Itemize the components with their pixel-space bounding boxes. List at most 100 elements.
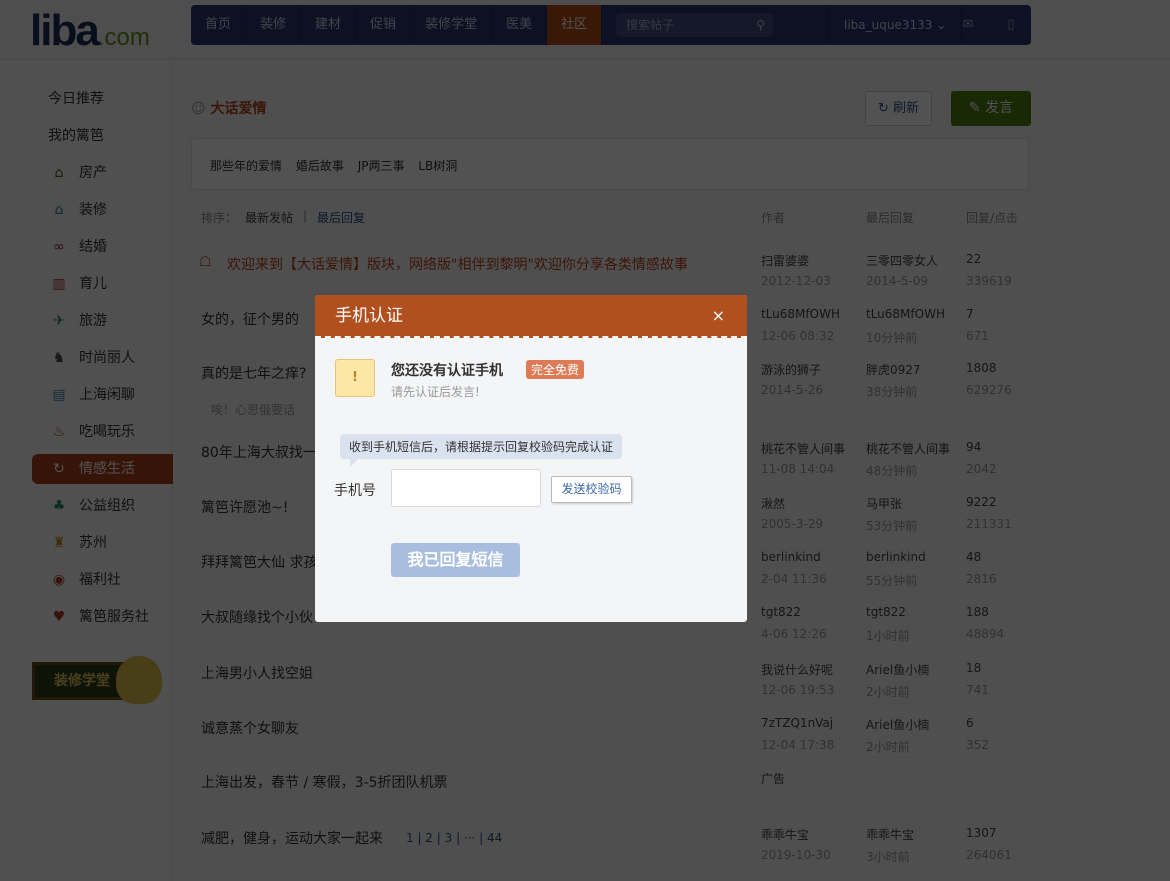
sidebar-item[interactable]: ▤ 上海闲聊: [48, 380, 158, 410]
sidebar-item[interactable]: 我的篱笆: [48, 121, 158, 151]
nav-materials[interactable]: 建材: [301, 5, 357, 45]
click-count: 671: [966, 329, 989, 343]
thread-title[interactable]: 80年上海大叔找一: [201, 442, 317, 462]
thread-title[interactable]: 上海出发，春节 / 寒假，3-5折团队机票: [201, 772, 447, 792]
thread-author[interactable]: berlinkind: [761, 550, 821, 564]
thread-author[interactable]: 广告: [761, 770, 785, 787]
category-icon: ✈: [53, 313, 65, 329]
sidebar-item[interactable]: ⌂ 房产: [48, 158, 158, 188]
thread-author[interactable]: 乖乖牛宝: [761, 826, 809, 843]
sidebar-item[interactable]: ▥ 育儿: [48, 269, 158, 299]
chevron-down-icon: ⌄: [936, 18, 947, 32]
phone-input[interactable]: [391, 469, 541, 507]
nav-promotions[interactable]: 促销: [356, 5, 412, 45]
thread-title[interactable]: 上海男小人找空姐: [201, 663, 313, 683]
thread-title[interactable]: 减肥，健身，运动大家一起来: [201, 828, 383, 848]
sidebar-item-label: 旅游: [79, 313, 107, 329]
thread-author[interactable]: 湫然: [761, 495, 785, 512]
last-replier[interactable]: Ariel鱼小楠: [866, 661, 929, 678]
last-replier[interactable]: Ariel鱼小楠: [866, 716, 929, 733]
thread-author[interactable]: 游泳的狮子: [761, 361, 821, 378]
last-reply-time: 2014-5-09: [866, 274, 929, 288]
mobile-icon[interactable]: ▯: [991, 5, 1031, 45]
click-count: 211331: [966, 517, 1012, 531]
thread-title[interactable]: 篱笆许愿池~!: [201, 497, 288, 517]
sidebar-item[interactable]: 今日推荐: [48, 84, 158, 114]
sidebar-item-label: 时尚丽人: [79, 350, 135, 366]
sidebar-item[interactable]: ♨ 吃喝玩乐: [48, 417, 158, 447]
thread-pages[interactable]: 1 | 2 | 3 | ··· | 44: [406, 831, 502, 845]
sidebar-item[interactable]: ↻ 情感生活: [32, 454, 173, 484]
click-count: 264061: [966, 848, 1012, 862]
subforum-link[interactable]: LB树洞: [418, 159, 457, 173]
sidebar-item[interactable]: ♜ 苏州: [48, 528, 158, 558]
last-replier[interactable]: 马甲张: [866, 495, 902, 512]
reply-count: 188: [966, 605, 989, 619]
sidebar-item-label: 结婚: [79, 239, 107, 255]
refresh-button[interactable]: ↻ 刷新: [865, 91, 932, 126]
table-row: 上海出发，春节 / 寒假，3-5折团队机票 广告: [191, 757, 1031, 812]
thread-title[interactable]: 诚意蒸个女聊友: [201, 718, 299, 738]
nav-decoration[interactable]: 装修: [246, 5, 302, 45]
sidebar-item-label: 公益组织: [79, 498, 135, 514]
sidebar-item[interactable]: ∞ 结婚: [48, 232, 158, 262]
post-date: 2-04 11:36: [761, 572, 827, 586]
last-replier[interactable]: 三零四零女人: [866, 252, 938, 269]
thread-title[interactable]: 女的，征个男的: [201, 309, 299, 329]
subforum-link[interactable]: JP两三事: [358, 159, 405, 173]
thread-author[interactable]: 桃花不管人间事: [761, 440, 845, 457]
sidebar-item[interactable]: ⌂ 装修: [48, 195, 158, 225]
thread-title[interactable]: 欢迎来到【大话爱情】版块，网络版"相伴到黎明"欢迎你分享各类情感故事: [227, 254, 688, 274]
send-code-button[interactable]: 发送校验码: [551, 476, 632, 503]
sort-newest[interactable]: 最新发帖: [245, 209, 293, 226]
sidebar-item[interactable]: ♣ 公益组织: [48, 491, 158, 521]
sidebar-item[interactable]: ♥ 篱笆服务社: [48, 602, 158, 632]
last-replier[interactable]: tLu68MfOWH: [866, 307, 945, 321]
sort-last-reply[interactable]: 最后回复: [317, 209, 365, 226]
last-replier[interactable]: 桃花不管人间事: [866, 440, 950, 457]
nav-home[interactable]: 首页: [191, 5, 247, 45]
thread-author[interactable]: 我说什么好呢: [761, 661, 833, 678]
post-button[interactable]: ✎ 发言: [951, 91, 1031, 126]
thread-author[interactable]: tgt822: [761, 605, 801, 619]
nav-community[interactable]: 社区: [547, 5, 603, 45]
last-replier[interactable]: tgt822: [866, 605, 906, 619]
thread-title[interactable]: 真的是七年之痒?: [201, 363, 306, 383]
post-date: 12-06 19:53: [761, 683, 835, 697]
mail-icon[interactable]: ✉: [948, 5, 988, 45]
nav-academy[interactable]: 装修学堂: [411, 5, 493, 45]
sidebar-item-label: 房产: [79, 165, 107, 181]
thread-author[interactable]: 扫雷婆婆: [761, 252, 809, 269]
logo-suffix: .com: [97, 24, 150, 51]
sidebar-item[interactable]: ♞ 时尚丽人: [48, 343, 158, 373]
thread-author[interactable]: tLu68MfOWH: [761, 307, 840, 321]
last-reply-time: 48分钟前: [866, 464, 918, 478]
last-reply-time: 2小时前: [866, 685, 910, 699]
thread-author[interactable]: 7zTZQ1nVaj: [761, 716, 833, 730]
user-menu[interactable]: liba_uque3133 ⌄: [828, 5, 963, 45]
academy-banner[interactable]: 装修学堂: [32, 656, 162, 706]
last-replier[interactable]: berlinkind: [866, 550, 926, 564]
category-icon: ▥: [52, 276, 66, 292]
last-replier[interactable]: 胖虎0927: [866, 361, 921, 378]
confirm-replied-button[interactable]: 我已回复短信: [391, 543, 520, 577]
sidebar-item[interactable]: ◉ 福利社: [48, 565, 158, 595]
last-replier[interactable]: 乖乖牛宝: [866, 826, 914, 843]
thread-title[interactable]: 拜拜篱笆大仙 求孩: [201, 552, 317, 572]
sidebar-item[interactable]: ✈ 旅游: [48, 306, 158, 336]
subforum-link[interactable]: 那些年的爱情: [210, 159, 282, 173]
sidebar: 今日推荐我的篱笆 ⌂ 房产 ⌂ 装修 ∞ 结婚 ▥ 育儿 ✈ 旅游 ♞ 时尚丽人 ▤ 上海闲聊 ♨ 吃喝玩乐 ↻ 情…: [0, 61, 173, 881]
close-icon[interactable]: ×: [712, 306, 725, 325]
site-logo[interactable]: liba.com: [30, 6, 150, 56]
nav-beauty[interactable]: 医美: [492, 5, 548, 45]
thread-title[interactable]: 大叔随缘找个小伙: [201, 607, 313, 627]
subforum-link[interactable]: 婚后故事: [296, 159, 344, 173]
click-count: 741: [966, 683, 989, 697]
category-icon: ◉: [52, 572, 66, 588]
phone-label: 手机号: [334, 483, 376, 499]
search-icon[interactable]: ⚲: [756, 13, 765, 37]
top-header: liba.com 首页 装修 建材 促销 装修学堂 医美 社区 搜索帖子 ⚲ li…: [0, 0, 1170, 60]
board-title: ☺ 大话爱情: [191, 98, 266, 118]
reply-count: 9222: [966, 495, 997, 509]
search-input[interactable]: 搜索帖子 ⚲: [616, 13, 773, 37]
